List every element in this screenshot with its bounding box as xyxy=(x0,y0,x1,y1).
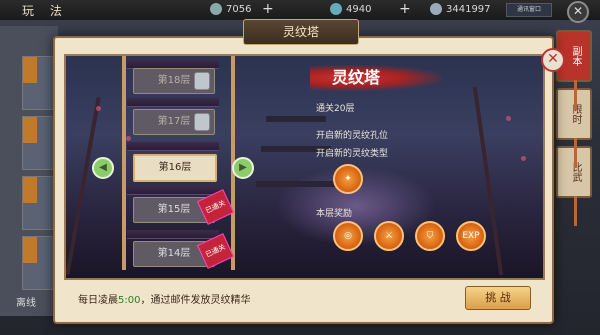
floor-roof xyxy=(127,98,219,107)
tag-icon xyxy=(23,177,37,203)
floor-roof xyxy=(127,142,219,151)
floor-18[interactable]: 第18层 xyxy=(133,68,215,94)
floor-15-label: 第15层 xyxy=(157,204,191,215)
floor-17[interactable]: 第17层 xyxy=(133,109,215,135)
floor-16-label: 第16层 xyxy=(158,162,192,173)
reward-sword-icon[interactable]: ⚔ xyxy=(374,221,404,251)
floor-roof xyxy=(127,230,219,239)
chat-window-button[interactable]: 通讯窗口 xyxy=(506,3,552,17)
petal-decoration xyxy=(96,106,101,111)
modal-title: 灵纹塔 xyxy=(243,19,359,45)
offline-label: 离线 xyxy=(16,298,36,309)
top-bar: 玩 法 7056 + 4940 + 3441997 通讯窗口 ✕ xyxy=(0,0,600,23)
pagoda-roof xyxy=(266,116,326,122)
tower-rail xyxy=(122,56,126,270)
tassel-decoration xyxy=(574,80,577,110)
reward-label: 本层奖励 xyxy=(316,209,353,219)
tassel-decoration xyxy=(574,138,577,168)
bottom-note-prefix: 每日凌晨 xyxy=(78,295,118,306)
reward-shield-icon[interactable]: ⛉ xyxy=(415,221,445,251)
tag-icon xyxy=(23,237,37,263)
close-icon[interactable]: ✕ xyxy=(541,48,565,72)
floor-roof xyxy=(127,186,219,195)
petal-decoration xyxy=(521,156,526,161)
unlock-type-text: 开启新的灵纹类型 xyxy=(316,149,389,159)
resource-2-value: 4940 xyxy=(346,4,372,15)
resource-1: 7056 xyxy=(210,3,251,15)
floor-14-label: 第14层 xyxy=(157,248,191,259)
silver-icon xyxy=(430,3,442,15)
rune-tower-modal: 每日凌晨5:00，通过邮件发放灵纹精华 挑 战 xyxy=(53,36,554,324)
tag-icon xyxy=(23,57,37,83)
floor-15[interactable]: 第15层 已通关 xyxy=(133,189,235,225)
unlock-slot-text: 开启新的灵纹孔位 xyxy=(316,131,389,141)
close-icon[interactable]: ✕ xyxy=(567,1,589,23)
reward-rune-icon[interactable]: ◎ xyxy=(333,221,363,251)
gem-icon xyxy=(330,3,342,15)
pagoda-roof xyxy=(256,181,336,187)
tassel-decoration xyxy=(574,196,577,226)
tag-icon xyxy=(23,117,37,143)
add-resource-1-button[interactable]: + xyxy=(262,1,274,17)
resource-2: 4940 xyxy=(330,3,371,15)
floor-14[interactable]: 第14层 已通关 xyxy=(133,233,235,269)
floor-18-label: 第18层 xyxy=(157,75,191,86)
rune-icon[interactable]: ✦ xyxy=(333,164,363,194)
reward-exp-icon[interactable]: EXP xyxy=(456,221,486,251)
challenge-button[interactable]: 挑 战 xyxy=(465,286,531,310)
bottom-note: 每日凌晨5:00，通过邮件发放灵纹精华 xyxy=(78,291,250,306)
resource-3: 3441997 xyxy=(430,3,491,15)
scroll-down-arrow-icon[interactable]: ▶ xyxy=(232,157,254,179)
petal-decoration xyxy=(506,116,511,121)
scroll-up-arrow-icon[interactable]: ◀ xyxy=(92,157,114,179)
clear-requirement: 通关20层 xyxy=(316,104,355,114)
floor-17-label: 第17层 xyxy=(157,116,191,127)
left-panel xyxy=(0,26,60,316)
resource-1-value: 7056 xyxy=(226,4,252,15)
resource-3-value: 3441997 xyxy=(446,4,491,15)
lock-icon xyxy=(194,72,210,90)
tower-floors: 第18层 第17层 第16层 第15层 已通关 第14层 已通关 xyxy=(127,60,235,270)
lock-icon xyxy=(194,113,210,131)
coin-icon xyxy=(210,3,222,15)
bottom-note-time: 5:00 xyxy=(118,295,141,306)
floor-16[interactable]: 第16层 xyxy=(133,154,217,182)
info-heading: 灵纹塔 xyxy=(310,65,442,91)
bottom-note-suffix: ，通过邮件发放灵纹精华 xyxy=(140,295,251,306)
add-resource-2-button[interactable]: + xyxy=(399,1,411,17)
top-title: 玩 法 xyxy=(22,4,68,18)
